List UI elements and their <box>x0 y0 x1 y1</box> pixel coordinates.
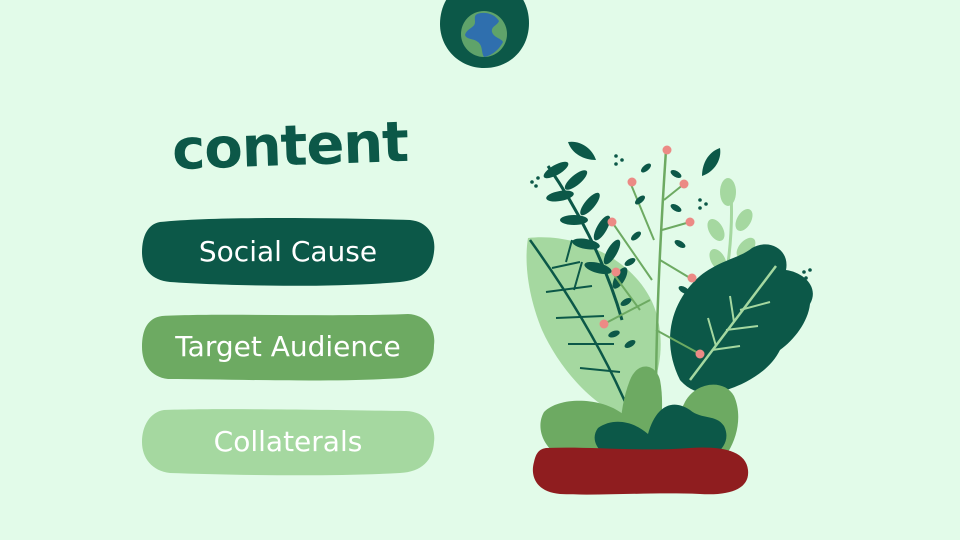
item-label: Target Audience <box>175 330 401 363</box>
pot-shape <box>532 447 749 495</box>
item-label: Collaterals <box>213 425 363 458</box>
item-target-audience[interactable]: Target Audience <box>140 311 436 383</box>
item-collaterals[interactable]: Collaterals <box>140 406 436 478</box>
slide: content Social Cause Target Audience Col… <box>0 0 960 540</box>
plant-illustration <box>526 141 813 495</box>
page-title: content <box>170 109 409 184</box>
item-label: Social Cause <box>198 235 378 268</box>
item-social-cause[interactable]: Social Cause <box>140 216 436 288</box>
dark-leaf <box>670 244 813 394</box>
globe-icon <box>440 0 529 68</box>
